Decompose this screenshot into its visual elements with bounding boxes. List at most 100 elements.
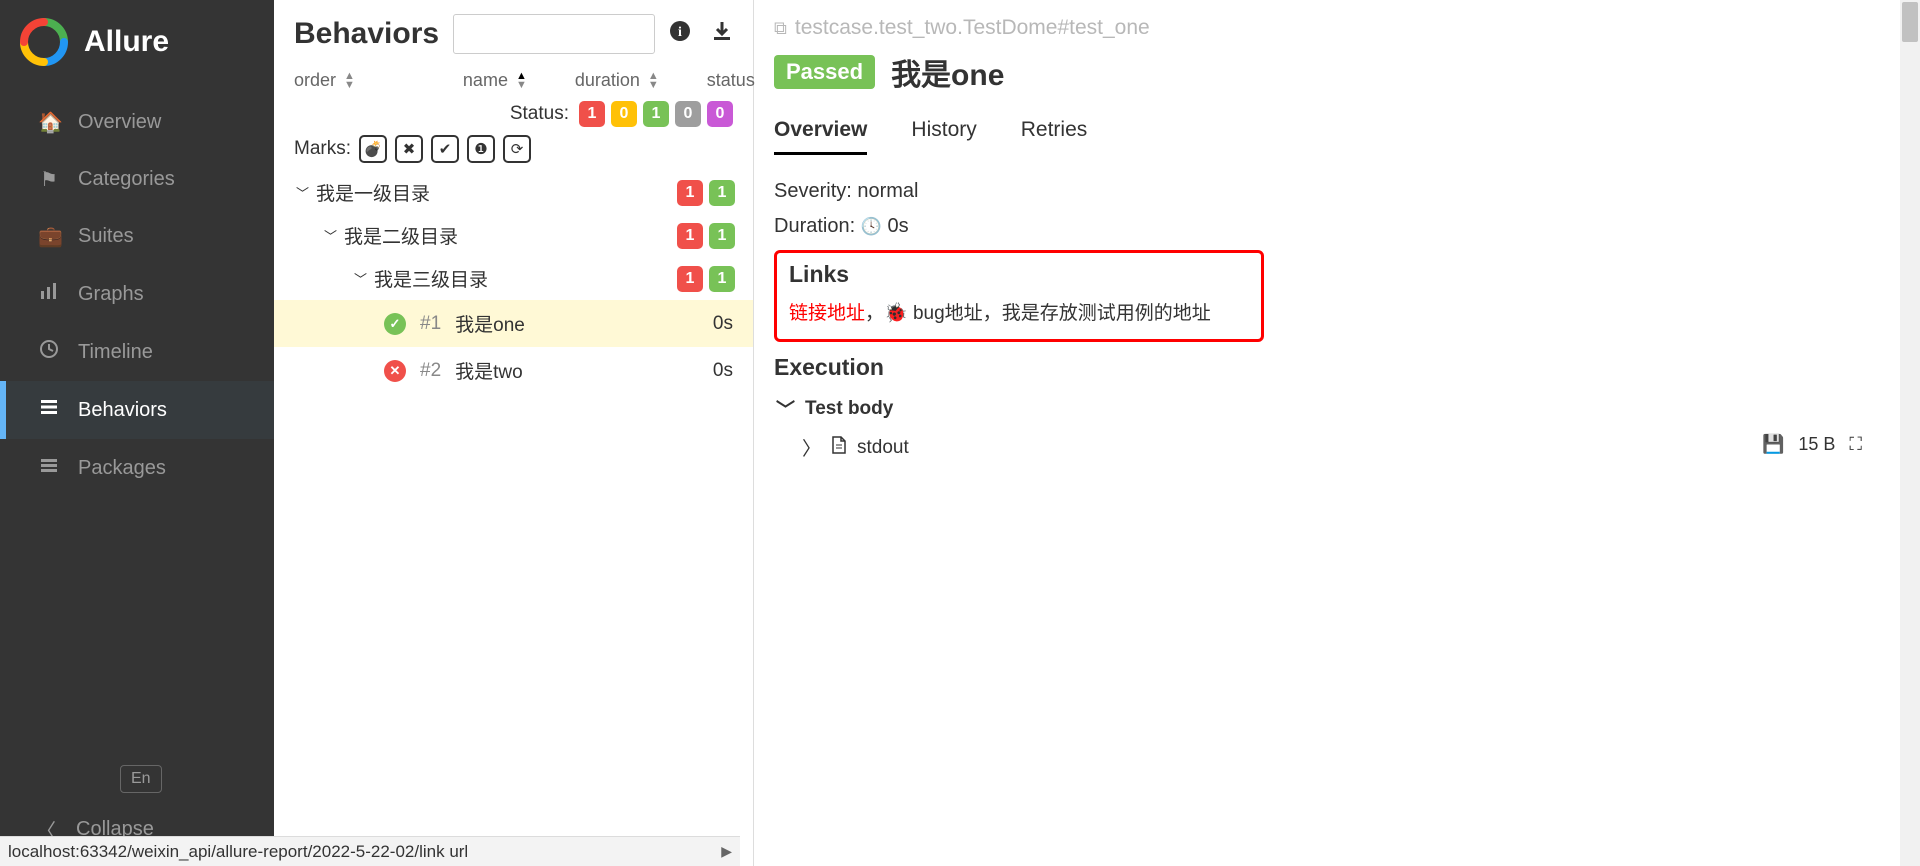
nav-label: Overview <box>78 111 161 134</box>
mark-flaky-button[interactable]: 💣 <box>359 135 387 163</box>
test-duration: 0s <box>713 313 733 335</box>
sort-icon: ▲▼ <box>344 72 355 90</box>
nav-label: Suites <box>78 225 134 248</box>
pass-count: 1 <box>709 266 735 292</box>
stdout-label: stdout <box>857 437 909 459</box>
nav-behaviors[interactable]: Behaviors <box>0 381 274 439</box>
chart-bar-icon <box>38 281 60 307</box>
logo[interactable]: Allure <box>0 0 274 94</box>
nav-graphs[interactable]: Graphs <box>0 265 274 323</box>
status-failed-badge[interactable]: 1 <box>579 101 605 127</box>
test-number: #1 <box>420 313 441 335</box>
test-item-1[interactable]: ✓ #1 我是one 0s <box>274 300 753 347</box>
stdout-size: 15 B <box>1798 434 1835 455</box>
info-icon[interactable]: i <box>669 20 691 48</box>
sidebar: Allure 🏠 Overview ⚑ Categories 💼 Suites Gra… <box>0 0 274 866</box>
status-broken-badge[interactable]: 0 <box>611 101 637 127</box>
nav-list: 🏠 Overview ⚑ Categories 💼 Suites Graphs Tim… <box>0 94 274 747</box>
nav-label: Timeline <box>78 341 153 364</box>
status-badge: Passed <box>774 55 875 89</box>
chevron-right-icon: 〉 <box>802 434 821 461</box>
chevron-down-icon: ﹀ <box>776 395 795 422</box>
tree-label: 我是三级目录 <box>374 265 488 292</box>
duration-value: 0s <box>887 215 908 237</box>
test-name: 我是two <box>455 357 523 384</box>
behaviors-panel: Behaviors i order▲▼ name▲▼ duration▲▼ st… <box>274 0 754 866</box>
col-duration[interactable]: duration▲▼ <box>575 70 659 91</box>
test-number: #2 <box>420 360 441 382</box>
mark-check-button[interactable]: ✔ <box>431 135 459 163</box>
tab-retries[interactable]: Retries <box>1021 112 1088 155</box>
tree: ﹀ 我是一级目录 11 ﹀ 我是二级目录 11 ﹀ 我是三级目录 11 ✓ #1… <box>274 171 753 394</box>
mark-new-button[interactable]: ❶ <box>467 135 495 163</box>
duration-row: Duration: 🕓 0s <box>774 209 1892 244</box>
fullscreen-icon[interactable]: ⛶ <box>1849 434 1862 455</box>
download-icon[interactable] <box>711 20 733 48</box>
chevron-down-icon: ﹀ <box>296 183 310 202</box>
nav-label: Categories <box>78 168 175 191</box>
failed-icon: ✕ <box>384 360 406 382</box>
passed-icon: ✓ <box>384 313 406 335</box>
tree-label: 我是二级目录 <box>344 222 458 249</box>
mark-retry-button[interactable]: ⟳ <box>503 135 531 163</box>
bug-icon: 🐞 <box>884 303 913 324</box>
test-body-label: Test body <box>805 398 893 420</box>
search-input[interactable] <box>453 14 655 54</box>
copy-icon[interactable]: ⧉ <box>774 18 787 39</box>
fail-count: 1 <box>677 180 703 206</box>
layers-icon <box>38 455 60 481</box>
home-icon: 🏠 <box>38 110 60 135</box>
nav-timeline[interactable]: Timeline <box>0 323 274 381</box>
fail-count: 1 <box>677 223 703 249</box>
severity-value: normal <box>857 180 918 202</box>
nav-label: Packages <box>78 457 166 480</box>
link-testcase[interactable]: 我是存放测试用例的地址 <box>1002 303 1211 324</box>
save-icon[interactable]: 💾 <box>1762 434 1784 455</box>
browser-statusbar: localhost:63342/weixin_api/allure-report… <box>0 836 740 866</box>
test-name: 我是one <box>455 310 525 337</box>
nav-suites[interactable]: 💼 Suites <box>0 208 274 265</box>
test-item-2[interactable]: ✕ #2 我是two 0s <box>274 347 753 394</box>
tree-node-l1[interactable]: ﹀ 我是一级目录 11 <box>274 171 753 214</box>
panel-title: Behaviors <box>294 17 439 51</box>
clock-icon: 🕓 <box>861 217 882 236</box>
sort-icon: ▲▼ <box>648 72 659 90</box>
links-title: Links <box>789 261 1249 288</box>
tree-node-l3[interactable]: ﹀ 我是三级目录 11 <box>274 257 753 300</box>
col-status[interactable]: status <box>707 70 755 91</box>
stdout-toggle[interactable]: 〉 stdout <box>774 422 1892 461</box>
chevron-down-icon: ﹀ <box>324 226 338 245</box>
flag-icon: ⚑ <box>38 167 60 192</box>
tree-node-l2[interactable]: ﹀ 我是二级目录 11 <box>274 214 753 257</box>
test-path: testcase.test_two.TestDome#test_one <box>795 16 1150 40</box>
clock-icon <box>38 339 60 365</box>
status-skipped-badge[interactable]: 0 <box>675 101 701 127</box>
scrollbar-thumb[interactable] <box>1902 2 1918 42</box>
briefcase-icon: 💼 <box>38 224 60 249</box>
execution-title: Execution <box>774 354 1892 381</box>
pass-count: 1 <box>709 180 735 206</box>
language-selector[interactable]: En <box>120 765 162 793</box>
col-order[interactable]: order▲▼ <box>294 70 355 91</box>
tab-history[interactable]: History <box>911 112 976 155</box>
test-detail: ⧉ testcase.test_two.TestDome#test_one Pa… <box>754 0 1920 866</box>
marks-label: Marks: <box>294 138 351 160</box>
status-label: Status: <box>510 103 569 125</box>
col-name[interactable]: name▲▼ <box>463 70 527 91</box>
nav-overview[interactable]: 🏠 Overview <box>0 94 274 151</box>
chevron-down-icon: ﹀ <box>354 269 368 288</box>
fail-count: 1 <box>677 266 703 292</box>
test-body-toggle[interactable]: ﹀ Test body <box>774 395 1892 422</box>
link-bug[interactable]: bug地址 <box>913 303 983 324</box>
test-title: 我是one <box>891 50 1004 94</box>
allure-logo-icon <box>20 18 68 66</box>
mark-clear-button[interactable]: ✖ <box>395 135 423 163</box>
nav-categories[interactable]: ⚑ Categories <box>0 151 274 208</box>
status-passed-badge[interactable]: 1 <box>643 101 669 127</box>
scrollbar[interactable] <box>1900 0 1920 866</box>
status-unknown-badge[interactable]: 0 <box>707 101 733 127</box>
nav-packages[interactable]: Packages <box>0 439 274 497</box>
tree-label: 我是一级目录 <box>316 179 430 206</box>
link-url[interactable]: 链接地址 <box>789 303 865 324</box>
tab-overview[interactable]: Overview <box>774 112 867 155</box>
